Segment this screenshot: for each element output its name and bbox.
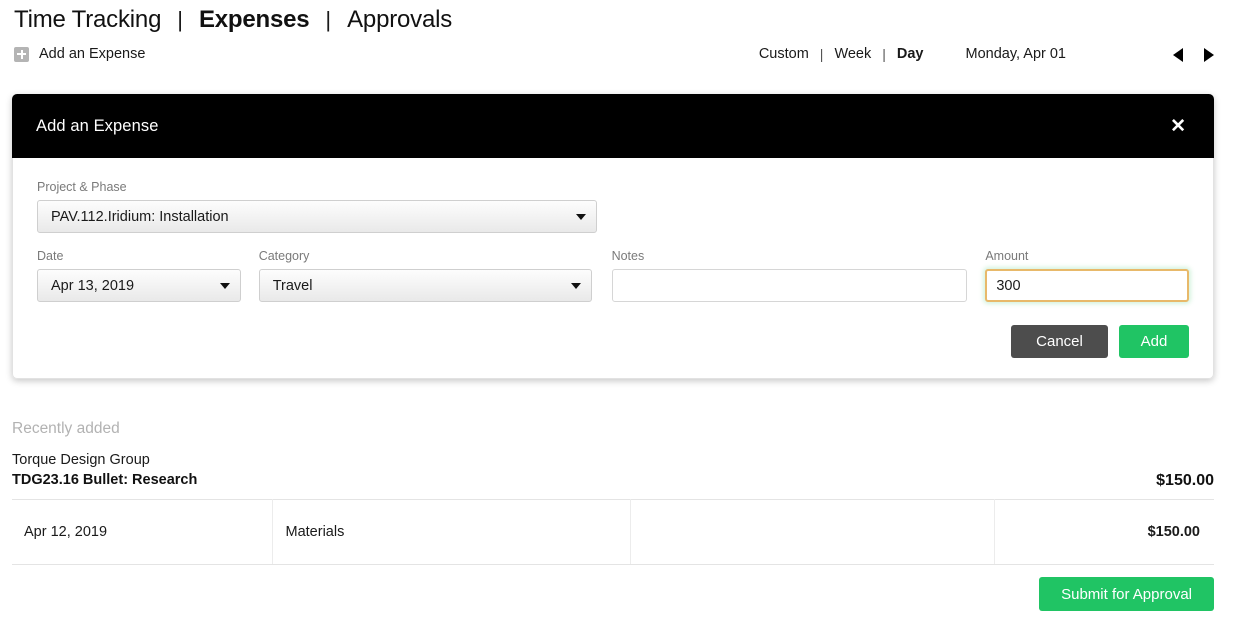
date-select[interactable]: Apr 13, 2019 <box>37 269 241 302</box>
modal-body: Project & Phase PAV.112.Iridium: Install… <box>12 158 1214 379</box>
triangle-right-icon[interactable] <box>1202 46 1215 62</box>
modal-button-row: Cancel Add <box>37 325 1189 358</box>
date-field-group: Date Apr 13, 2019 <box>37 249 241 302</box>
amount-input[interactable] <box>985 269 1190 302</box>
project-name: TDG23.16 Bullet: Research <box>12 472 198 488</box>
expense-group-header: Torque Design Group TDG23.16 Bullet: Res… <box>12 450 1214 499</box>
category-field-group: Category Travel <box>258 249 592 302</box>
range-tab-week[interactable]: Week <box>834 46 871 62</box>
recently-added-title: Recently added <box>12 420 120 437</box>
category-field-label: Category <box>258 249 310 263</box>
range-tab-separator: | <box>882 46 886 62</box>
range-tab-group: Custom | Week | Day <box>759 46 924 62</box>
date-stepper <box>1173 46 1215 62</box>
notes-field-group: Notes <box>611 249 968 302</box>
cancel-button[interactable]: Cancel <box>1011 325 1108 358</box>
modal-title: Add an Expense <box>36 116 159 135</box>
chevron-down-icon <box>219 282 230 289</box>
table-row[interactable]: Apr 12, 2019 Materials $150.00 <box>12 499 1214 565</box>
current-date-label: Monday, Apr 01 <box>965 46 1067 62</box>
range-tab-separator: | <box>819 46 824 62</box>
expense-table-body: Apr 12, 2019 Materials $150.00 <box>12 499 1214 565</box>
nav-item-expenses[interactable]: Expenses <box>199 6 310 34</box>
triangle-left-icon[interactable] <box>1173 46 1186 62</box>
row-date: Apr 12, 2019 <box>12 499 273 565</box>
category-value: Travel <box>272 277 313 294</box>
date-value: Apr 13, 2019 <box>51 277 135 294</box>
recently-added-section: Recently added Torque Design Group TDG23… <box>12 420 1214 611</box>
nav-separator: | <box>325 7 332 32</box>
nav-item-approvals[interactable]: Approvals <box>347 6 452 34</box>
amount-field-group: Amount <box>985 249 1190 302</box>
amount-field-label: Amount <box>985 249 1029 263</box>
client-name: Torque Design Group <box>12 452 150 468</box>
group-total-amount: $150.00 <box>1156 472 1214 489</box>
add-expense-label: Add an Expense <box>39 46 146 62</box>
project-field-label: Project & Phase <box>37 180 127 194</box>
range-tab-custom[interactable]: Custom <box>759 46 809 62</box>
notes-field-label: Notes <box>611 249 645 263</box>
range-tab-day[interactable]: Day <box>897 46 924 62</box>
plus-square-icon <box>14 46 29 62</box>
nav-separator: | <box>177 7 183 32</box>
row-notes <box>630 499 995 565</box>
expenses-page: Time Tracking | Expenses | Approvals Add… <box>0 0 1255 628</box>
add-expense-link[interactable]: Add an Expense <box>14 46 145 62</box>
add-button[interactable]: Add <box>1119 325 1189 358</box>
date-field-label: Date <box>37 249 64 263</box>
notes-input[interactable] <box>611 269 968 302</box>
close-x-icon[interactable]: ✕ <box>1164 113 1192 140</box>
project-phase-select[interactable]: PAV.112.Iridium: Installation <box>37 200 597 233</box>
chevron-down-icon <box>570 282 581 289</box>
nav-item-time-tracking[interactable]: Time Tracking <box>14 6 161 34</box>
expense-table: Apr 12, 2019 Materials $150.00 <box>12 499 1214 565</box>
date-range-controls: Custom | Week | Day Monday, Apr 01 <box>759 46 1215 62</box>
row-amount: $150.00 <box>994 499 1214 565</box>
category-select[interactable]: Travel <box>258 269 592 302</box>
submit-row: Submit for Approval <box>12 577 1214 611</box>
project-field-group: Project & Phase PAV.112.Iridium: Install… <box>37 180 1189 233</box>
main-navigation: Time Tracking | Expenses | Approvals <box>14 6 452 34</box>
modal-header: Add an Expense ✕ <box>12 94 1214 158</box>
project-phase-value: PAV.112.Iridium: Installation <box>51 208 229 225</box>
submit-for-approval-button[interactable]: Submit for Approval <box>1039 577 1214 611</box>
chevron-down-icon <box>576 213 586 220</box>
row-category: Materials <box>272 499 631 565</box>
add-expense-modal: Add an Expense ✕ Project & Phase PAV.112… <box>12 94 1214 379</box>
expense-group-identity: Torque Design Group TDG23.16 Bullet: Res… <box>12 450 197 490</box>
expense-detail-row: Date Apr 13, 2019 Category Travel Notes <box>37 249 1190 302</box>
